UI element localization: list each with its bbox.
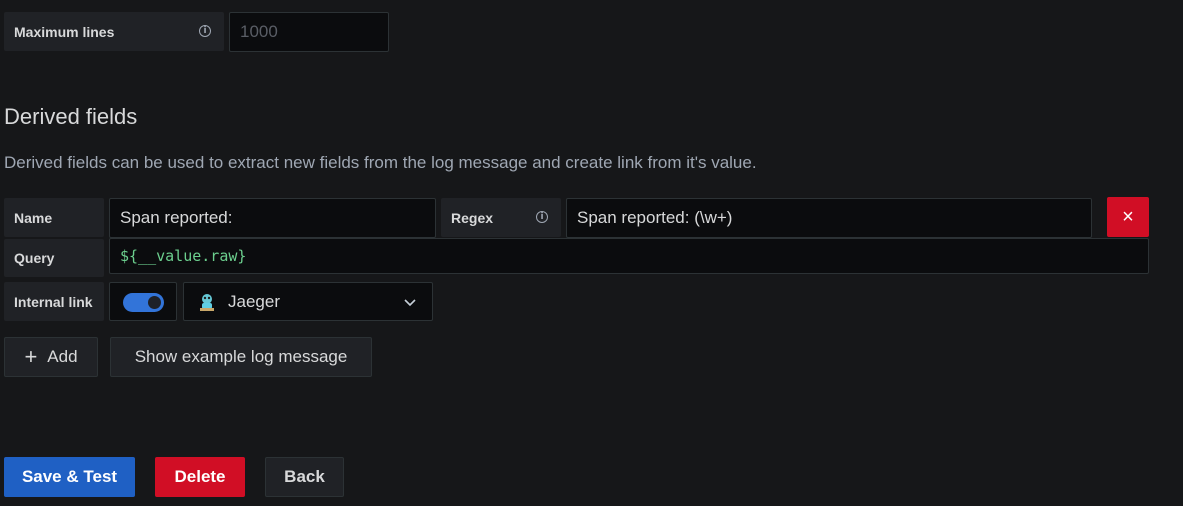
regex-label-text: Regex	[451, 209, 494, 226]
delete-label: Delete	[174, 467, 226, 486]
delete-button[interactable]: Delete	[155, 457, 245, 497]
internal-link-label-text: Internal link	[14, 293, 93, 310]
name-input[interactable]: Span reported:	[109, 198, 436, 238]
back-label: Back	[284, 467, 325, 486]
add-field-button[interactable]: + Add	[4, 337, 98, 377]
add-label: Add	[47, 347, 78, 366]
info-icon[interactable]: i	[199, 25, 211, 37]
name-label: Name	[4, 198, 104, 237]
save-test-label: Save & Test	[21, 467, 118, 486]
query-label-text: Query	[14, 250, 55, 266]
internal-link-label: Internal link	[4, 282, 104, 321]
derived-fields-title: Derived fields	[4, 104, 138, 129]
back-button[interactable]: Back	[265, 457, 344, 497]
show-example-button[interactable]: Show example log message	[110, 337, 372, 377]
maximum-lines-input[interactable]	[229, 12, 389, 52]
datasource-name: Jaeger	[228, 291, 280, 311]
datasource-select[interactable]: Jaeger	[183, 282, 433, 321]
regex-input-value: Span reported: (\w+)	[577, 208, 733, 227]
internal-link-toggle[interactable]	[123, 293, 164, 312]
jaeger-icon	[200, 293, 214, 311]
plus-icon: +	[24, 344, 38, 369]
show-example-label: Show example log message	[134, 347, 348, 366]
name-label-text: Name	[14, 209, 53, 226]
chevron-down-icon	[404, 299, 416, 307]
query-input[interactable]: ${__value.raw}	[109, 238, 1149, 274]
save-test-button[interactable]: Save & Test	[4, 457, 135, 497]
regex-info-icon[interactable]: i	[536, 211, 548, 223]
derived-fields-description: Derived fields can be used to extract ne…	[4, 153, 757, 172]
regex-label: Regex i	[441, 198, 561, 237]
remove-field-button[interactable]: ×	[1107, 197, 1149, 237]
query-input-value: ${__value.raw}	[120, 247, 247, 265]
maximum-lines-text: Maximum lines	[14, 23, 115, 40]
maximum-lines-label: Maximum lines i	[4, 12, 224, 51]
close-icon: ×	[1122, 205, 1134, 228]
internal-link-toggle-wrapper	[109, 282, 177, 321]
query-label: Query	[4, 239, 104, 277]
name-input-value: Span reported:	[120, 208, 233, 227]
toggle-knob	[148, 296, 161, 309]
regex-input[interactable]: Span reported: (\w+)	[566, 198, 1092, 238]
